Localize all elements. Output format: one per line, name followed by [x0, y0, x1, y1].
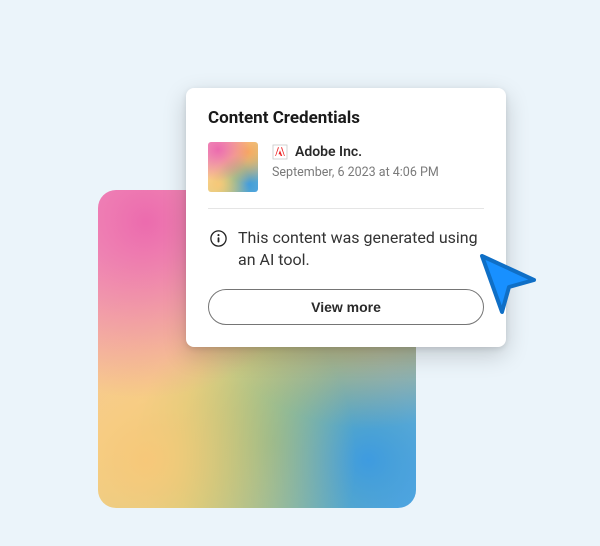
content-thumbnail [208, 142, 258, 192]
credential-date: September, 6 2023 at 4:06 PM [272, 165, 439, 180]
panel-header-row: Adobe Inc. September, 6 2023 at 4:06 PM [208, 142, 484, 209]
producer-row: Adobe Inc. [272, 144, 439, 160]
content-credentials-panel: Content Credentials Adobe Inc. September… [186, 88, 506, 347]
info-icon [210, 230, 227, 247]
ai-disclosure-text: This content was generated using an AI t… [238, 227, 482, 271]
ai-disclosure-row: This content was generated using an AI t… [208, 209, 484, 289]
producer-info: Adobe Inc. September, 6 2023 at 4:06 PM [272, 142, 439, 180]
cursor-pointer-icon [472, 250, 544, 322]
panel-title: Content Credentials [208, 108, 484, 128]
view-more-button[interactable]: View more [208, 289, 484, 325]
adobe-logo-icon [272, 144, 288, 160]
producer-name: Adobe Inc. [295, 144, 362, 160]
